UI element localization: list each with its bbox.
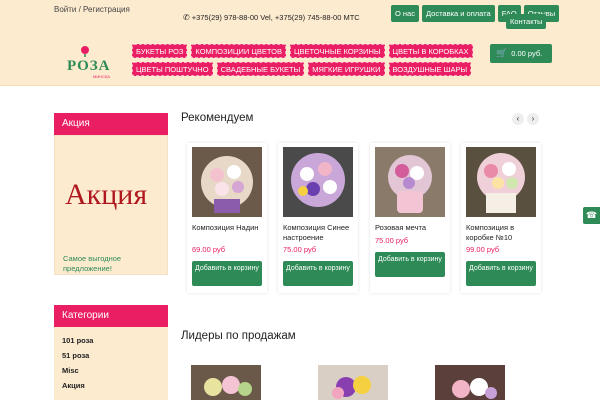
phone-numbers: ✆ +375(29) 978-88-00 Vel, +375(29) 745-88…	[183, 13, 360, 22]
add-to-cart-button[interactable]: Добавить в корзину	[283, 261, 353, 286]
menu-toys[interactable]: МЯГКИЕ ИГРУШКИ	[308, 62, 385, 76]
top-bar: Войти / Регистрация ✆ +375(29) 978-88-00 …	[0, 0, 600, 34]
product-card: Композиция в коробке №10 99.00 руб Добав…	[461, 143, 541, 293]
menu-baskets[interactable]: ЦВЕТОЧНЫЕ КОРЗИНЫ	[289, 44, 385, 58]
product-name[interactable]: Композиция в коробке №10	[466, 223, 538, 243]
add-to-cart-button[interactable]: Добавить в корзину	[466, 261, 536, 286]
category-item[interactable]: 51 роза	[62, 348, 160, 363]
product-card: Композиция Синее настроение 75.00 руб До…	[278, 143, 358, 293]
bestseller-image[interactable]	[318, 365, 388, 400]
menu-compositions[interactable]: КОМПОЗИЦИИ ЦВЕТОВ	[191, 44, 286, 58]
promo-block: Акция Акция Самое выгодное предложение!	[54, 113, 168, 275]
cart-icon: 🛒	[496, 48, 508, 58]
bestseller-image[interactable]	[191, 365, 261, 400]
logo-subtitle: МИНСКА	[93, 74, 110, 79]
chevron-left-icon[interactable]: ‹	[512, 113, 524, 125]
category-item[interactable]: Misc	[62, 363, 160, 378]
chevron-right-icon[interactable]: ›	[527, 113, 539, 125]
menu-rose-bouquets[interactable]: БУКЕТЫ РОЗ	[132, 44, 188, 58]
product-price: 75.00 руб	[375, 236, 409, 245]
menu-balloons[interactable]: ВОЗДУШНЫЕ ШАРЫ	[388, 62, 472, 76]
bestsellers-title: Лидеры по продажам	[181, 330, 296, 342]
categories-header: Категории	[54, 305, 168, 327]
category-item[interactable]: Акция	[62, 378, 160, 393]
promo-title: Акция	[65, 178, 148, 211]
menu-wedding[interactable]: СВАДЕБНЫЕ БУКЕТЫ	[216, 62, 305, 76]
product-card: Розовая мечта 75.00 руб Добавить в корзи…	[370, 143, 450, 293]
nav-contacts[interactable]: Контакты	[506, 14, 547, 29]
product-price: 99.00 руб	[466, 245, 500, 254]
categories-list: 101 роза 51 роза Misc Акция	[54, 327, 168, 400]
product-name[interactable]: Композиция Надин	[192, 223, 264, 233]
bestseller-image[interactable]	[435, 365, 505, 400]
product-image[interactable]	[466, 147, 536, 217]
login-link[interactable]: Войти / Регистрация	[54, 5, 130, 14]
phone-icon: ✆	[183, 13, 190, 22]
categories-panel: Категории 101 роза 51 роза Misc Акция	[54, 305, 168, 400]
product-image[interactable]	[192, 147, 262, 217]
promo-banner[interactable]: Акция Самое выгодное предложение!	[54, 135, 168, 275]
add-to-cart-button[interactable]: Добавить в корзину	[192, 261, 262, 286]
product-card: Композиция Надин 69.00 руб Добавить в ко…	[187, 143, 267, 293]
header: РОЗА МИНСКА БУКЕТЫ РОЗ КОМПОЗИЦИИ ЦВЕТОВ…	[0, 34, 600, 86]
callback-tab[interactable]: ☎	[583, 207, 600, 224]
menu-single-flowers[interactable]: ЦВЕТЫ ПОШТУЧНО	[132, 62, 213, 76]
product-price: 75.00 руб	[283, 245, 317, 254]
add-to-cart-button[interactable]: Добавить в корзину	[375, 252, 445, 277]
phone-icon: ☎	[585, 210, 598, 220]
nav-about[interactable]: О нас	[391, 5, 419, 22]
product-name[interactable]: Розовая мечта	[375, 223, 447, 233]
carousel-arrows: ‹ ›	[512, 113, 539, 125]
logo[interactable]: РОЗА МИНСКА	[67, 44, 117, 79]
promo-header: Акция	[54, 113, 168, 135]
category-item[interactable]: 101 роза	[62, 333, 160, 348]
product-image[interactable]	[375, 147, 445, 217]
cart-amount: 0.00 руб.	[511, 49, 543, 58]
phone-text: +375(29) 978-88-00 Vel, +375(29) 745-88-…	[191, 13, 360, 22]
logo-text: РОЗА	[67, 58, 111, 74]
menu-boxes[interactable]: ЦВЕТЫ В КОРОБКАХ	[388, 44, 473, 58]
rose-icon	[81, 46, 89, 57]
cart-button[interactable]: 🛒 0.00 руб.	[490, 44, 552, 63]
recommended-title: Рекомендуем	[181, 112, 254, 124]
product-price: 69.00 руб	[192, 245, 226, 254]
promo-description[interactable]: Самое выгодное предложение!	[63, 254, 153, 274]
product-image[interactable]	[283, 147, 353, 217]
category-menu: БУКЕТЫ РОЗ КОМПОЗИЦИИ ЦВЕТОВ ЦВЕТОЧНЫЕ К…	[132, 44, 473, 80]
product-name[interactable]: Композиция Синее настроение	[283, 223, 355, 243]
nav-delivery[interactable]: Доставка и оплата	[421, 5, 495, 22]
